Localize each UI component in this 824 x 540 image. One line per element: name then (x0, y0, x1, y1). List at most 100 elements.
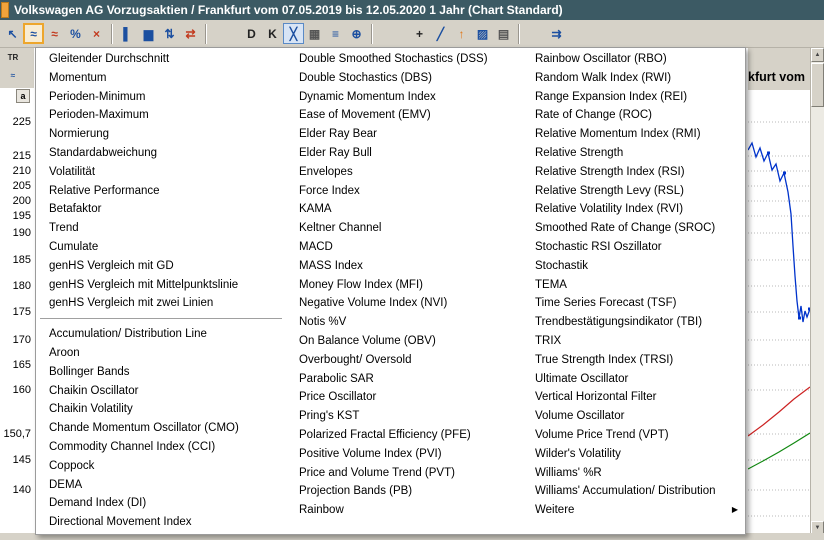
menu-item[interactable]: Cumulate (36, 238, 286, 257)
menu-item[interactable]: Vertical Horizontal Filter (522, 388, 745, 407)
menu-item[interactable]: Trend (36, 219, 286, 238)
menu-item[interactable]: genHS Vergleich mit GD (36, 257, 286, 276)
trendline-tool-button[interactable]: ╱ (430, 23, 451, 44)
menu-item[interactable]: Stochastic RSI Oszillator (522, 238, 745, 257)
menu-item[interactable]: On Balance Volume (OBV) (286, 332, 522, 351)
scrollbar-thumb[interactable] (811, 63, 824, 107)
menu-item[interactable]: Pring's KST (286, 407, 522, 426)
hatch-tool-button[interactable]: ▨ (472, 23, 493, 44)
menu-item[interactable]: Double Smoothed Stochastics (DSS) (286, 50, 522, 69)
menu-item[interactable]: Price and Volume Trend (PVT) (286, 464, 522, 483)
menu-item[interactable]: Negative Volume Index (NVI) (286, 294, 522, 313)
menu-item[interactable]: Keltner Channel (286, 219, 522, 238)
menu-item[interactable]: TRIX (522, 332, 745, 351)
candle-view-button[interactable]: K (262, 23, 283, 44)
menu-item[interactable]: Time Series Forecast (TSF) (522, 294, 745, 313)
menu-item[interactable]: Trendbestätigungsindikator (TBI) (522, 313, 745, 332)
menu-item[interactable]: KAMA (286, 200, 522, 219)
menu-item[interactable]: Perioden-Minimum (36, 88, 286, 107)
side-indicators-button[interactable]: ≈ (2, 67, 24, 84)
menu-item[interactable]: Overbought/ Oversold (286, 351, 522, 370)
menu-item[interactable]: Parabolic SAR (286, 370, 522, 389)
menu-item[interactable]: Perioden-Maximum (36, 106, 286, 125)
menu-item[interactable]: Relative Performance (36, 182, 286, 201)
menu-item[interactable]: Money Flow Index (MFI) (286, 276, 522, 295)
menu-item[interactable]: Smoothed Rate of Change (SROC) (522, 219, 745, 238)
menu-item[interactable]: Relative Strength Index (RSI) (522, 163, 745, 182)
menu-item[interactable]: Notis %V (286, 313, 522, 332)
menu-item[interactable]: True Strength Index (TRSI) (522, 351, 745, 370)
menu-item[interactable]: Demand Index (DI) (36, 494, 286, 513)
menu-item[interactable]: Price Oscillator (286, 388, 522, 407)
menu-item[interactable]: genHS Vergleich mit zwei Linien (36, 294, 286, 313)
menu-item[interactable]: Envelopes (286, 163, 522, 182)
menu-item[interactable]: genHS Vergleich mit Mittelpunktslinie (36, 276, 286, 295)
line-style-button[interactable]: ≡ (325, 23, 346, 44)
menu-item[interactable]: Momentum (36, 69, 286, 88)
menu-item[interactable]: Positive Volume Index (PVI) (286, 445, 522, 464)
period-day-button[interactable]: D (241, 23, 262, 44)
indicators-menu-button[interactable]: ≈ (23, 23, 44, 44)
menu-item[interactable]: Random Walk Index (RWI) (522, 69, 745, 88)
menu-item[interactable]: Elder Ray Bear (286, 125, 522, 144)
tr-tool-button[interactable]: TR (2, 49, 24, 66)
menu-item[interactable]: Stochastik (522, 257, 745, 276)
menu-item[interactable]: Aroon (36, 344, 286, 363)
menu-item-weitere[interactable]: Weitere ▶ (522, 501, 745, 520)
menu-item[interactable]: Range Expansion Index (REI) (522, 88, 745, 107)
bar-chart-button[interactable]: ▆ (138, 23, 159, 44)
menu-item[interactable]: Polarized Fractal Efficiency (PFE) (286, 426, 522, 445)
compare-lines-button[interactable]: ⇄ (180, 23, 201, 44)
axis-style-button[interactable]: a (16, 89, 30, 103)
menu-item[interactable]: Ultimate Oscillator (522, 370, 745, 389)
menu-item[interactable]: Standardabweichung (36, 144, 286, 163)
menu-item[interactable]: Commodity Channel Index (CCI) (36, 438, 286, 457)
menu-item[interactable]: Relative Strength Levy (RSL) (522, 182, 745, 201)
menu-item[interactable]: Rainbow (286, 501, 522, 520)
menu-item[interactable]: Directional Movement Index (36, 513, 286, 532)
pointer-tool-button[interactable]: ↖ (2, 23, 23, 44)
percent-scale-button[interactable]: % (65, 23, 86, 44)
indicator-compare-button[interactable]: ≈ (44, 23, 65, 44)
menu-item[interactable]: MASS Index (286, 257, 522, 276)
menu-item[interactable]: Relative Strength (522, 144, 745, 163)
menu-item[interactable]: Williams' %R (522, 464, 745, 483)
notes-button[interactable]: ▤ (493, 23, 514, 44)
menu-item[interactable]: Relative Momentum Index (RMI) (522, 125, 745, 144)
menu-item[interactable]: Volume Price Trend (VPT) (522, 426, 745, 445)
scroll-up-button[interactable]: ▲ (811, 48, 824, 62)
menu-item[interactable]: Dynamic Momentum Index (286, 88, 522, 107)
menu-item[interactable]: Rainbow Oscillator (RBO) (522, 50, 745, 69)
menu-item[interactable]: Volatilität (36, 163, 286, 182)
menu-item[interactable]: Relative Volatility Index (RVI) (522, 200, 745, 219)
vertical-scrollbar[interactable]: ▲ ▼ (810, 48, 824, 535)
menu-item[interactable]: Rate of Change (ROC) (522, 106, 745, 125)
menu-item[interactable]: DEMA (36, 476, 286, 495)
menu-item[interactable]: Force Index (286, 182, 522, 201)
crosshair-button[interactable]: ╳ (283, 23, 304, 44)
menu-item[interactable]: Elder Ray Bull (286, 144, 522, 163)
menu-item[interactable]: MACD (286, 238, 522, 257)
menu-item[interactable]: Williams' Accumulation/ Distribution (522, 482, 745, 501)
menu-item[interactable]: Double Stochastics (DBS) (286, 69, 522, 88)
menu-item[interactable]: Normierung (36, 125, 286, 144)
menu-item[interactable]: Projection Bands (PB) (286, 482, 522, 501)
menu-item[interactable]: Chaikin Volatility (36, 400, 286, 419)
menu-item[interactable]: Chaikin Oscillator (36, 382, 286, 401)
web-button[interactable]: ⊕ (346, 23, 367, 44)
menu-item[interactable]: TEMA (522, 276, 745, 295)
remove-indicator-button[interactable]: × (86, 23, 107, 44)
menu-item[interactable]: Betafaktor (36, 200, 286, 219)
menu-item[interactable]: Volume Oscillator (522, 407, 745, 426)
scale-arrows-button[interactable]: ⇅ (159, 23, 180, 44)
menu-item[interactable]: Accumulation/ Distribution Line (36, 325, 286, 344)
menu-item[interactable]: Chande Momentum Oscillator (CMO) (36, 419, 286, 438)
menu-item[interactable]: Wilder's Volatility (522, 445, 745, 464)
menu-item[interactable]: Bollinger Bands (36, 363, 286, 382)
grid-toggle-button[interactable]: ▦ (304, 23, 325, 44)
add-object-button[interactable]: + (409, 23, 430, 44)
menu-item[interactable]: Ease of Movement (EMV) (286, 106, 522, 125)
menu-item[interactable]: Coppock (36, 457, 286, 476)
settings-lines-button[interactable]: ⇉ (546, 23, 567, 44)
candlestick-chart-button[interactable]: ▌ (117, 23, 138, 44)
